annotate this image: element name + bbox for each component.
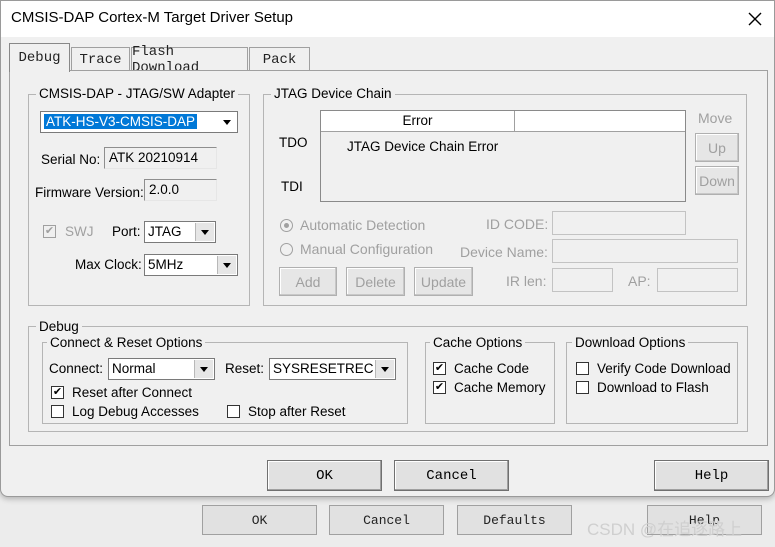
adapter-select-value: ATK-HS-V3-CMSIS-DAP [44,114,198,129]
cache-memory-label: Cache Memory [454,380,546,395]
id-code-label: ID CODE: [486,216,549,232]
delete-button[interactable]: Delete [346,267,405,296]
verify-code-download-label: Verify Code Download [597,361,731,376]
serial-number-field: ATK 20210914 [104,147,217,169]
stop-after-reset-label: Stop after Reset [248,404,346,419]
debug-group-label: Debug [36,319,82,334]
ir-len-label: IR len: [506,273,547,289]
move-up-button[interactable]: Up [695,133,739,162]
verify-code-download-checkbox[interactable] [576,362,589,375]
chevron-down-icon[interactable] [375,360,394,378]
chain-error-message: JTAG Device Chain Error [347,139,499,154]
column-header-error[interactable]: Error [321,111,515,131]
reset-after-connect-checkbox[interactable]: ✔ [51,386,64,399]
max-clock-select[interactable]: 5MHz [144,254,238,276]
chevron-down-icon[interactable] [217,256,236,274]
port-select-value: JTAG [148,224,182,239]
tab-pack[interactable]: Pack [249,47,310,71]
cache-code-checkbox[interactable]: ✔ [433,362,446,375]
firmware-version-field: 2.0.0 [144,179,217,201]
download-to-flash-checkbox[interactable] [576,381,589,394]
device-name-label: Device Name: [460,244,548,260]
update-button[interactable]: Update [414,267,473,296]
tdo-label: TDO [279,135,308,150]
manual-configuration-label: Manual Configuration [300,241,434,257]
window-title: CMSIS-DAP Cortex-M Target Driver Setup [11,9,294,26]
move-down-button[interactable]: Down [695,166,739,195]
port-label: Port: [112,224,141,239]
jtag-chain-list[interactable]: Error JTAG Device Chain Error [320,110,686,202]
chain-list-header: Error [321,111,685,132]
cache-code-label: Cache Code [454,361,530,376]
reset-after-connect-label: Reset after Connect [72,385,193,400]
connect-select[interactable]: Normal [108,358,215,380]
stop-after-reset-checkbox[interactable] [227,405,240,418]
jtag-chain-group-label: JTAG Device Chain [271,86,395,101]
connect-label: Connect: [49,361,104,376]
ok-button[interactable]: OK [267,460,382,491]
tab-flash-download[interactable]: Flash Download [131,44,248,76]
watermark: CSDN @在追逐路上 [587,520,743,539]
serial-label: Serial No: [41,152,101,167]
id-code-field[interactable] [552,211,686,235]
cancel-button[interactable]: Cancel [394,460,509,491]
ir-len-field[interactable] [552,268,613,292]
back-cancel-button[interactable]: Cancel [329,505,444,535]
download-options-group-label: Download Options [572,335,689,350]
connect-select-value: Normal [112,361,156,376]
back-ok-button[interactable]: OK [202,505,317,535]
swj-label: SWJ [65,224,94,239]
tdi-label: TDI [281,179,303,194]
ap-label: AP: [628,273,651,289]
cache-options-group-label: Cache Options [430,335,526,350]
chevron-down-icon[interactable] [195,223,214,241]
chevron-down-icon[interactable] [194,360,213,378]
port-select[interactable]: JTAG [144,221,216,243]
download-to-flash-label: Download to Flash [597,380,709,395]
connect-reset-group-label: Connect & Reset Options [47,335,206,350]
add-button[interactable]: Add [279,267,337,296]
automatic-detection-label: Automatic Detection [300,217,426,233]
move-label: Move [698,110,733,126]
cache-memory-checkbox[interactable]: ✔ [433,381,446,394]
back-defaults-button[interactable]: Defaults [457,505,572,535]
adapter-group-label: CMSIS-DAP - JTAG/SW Adapter [36,86,239,101]
log-debug-accesses-label: Log Debug Accesses [72,404,199,419]
device-name-field[interactable] [552,239,738,263]
manual-configuration-radio[interactable] [280,243,293,256]
column-header-blank[interactable] [516,111,685,131]
tab-debug[interactable]: Debug [9,43,70,72]
chevron-down-icon[interactable] [218,113,236,131]
title-bar[interactable]: CMSIS-DAP Cortex-M Target Driver Setup [1,1,774,37]
firmware-label: Firmware Version: [35,185,144,200]
automatic-detection-radio[interactable] [280,219,293,232]
driver-setup-dialog: CMSIS-DAP Cortex-M Target Driver Setup D… [0,0,775,497]
close-icon [748,12,762,26]
tab-trace[interactable]: Trace [71,47,130,71]
adapter-select[interactable]: ATK-HS-V3-CMSIS-DAP [40,111,238,133]
close-button[interactable] [739,5,771,33]
reset-select-value: SYSRESETREC [273,361,373,376]
reset-select[interactable]: SYSRESETREC [269,358,396,380]
ap-field[interactable] [657,268,738,292]
swj-checkbox[interactable]: ✔ [43,225,56,238]
reset-label: Reset: [225,361,265,376]
max-clock-value: 5MHz [148,257,184,272]
max-clock-label: Max Clock: [75,257,142,272]
help-button[interactable]: Help [654,460,769,491]
log-debug-accesses-checkbox[interactable] [51,405,64,418]
